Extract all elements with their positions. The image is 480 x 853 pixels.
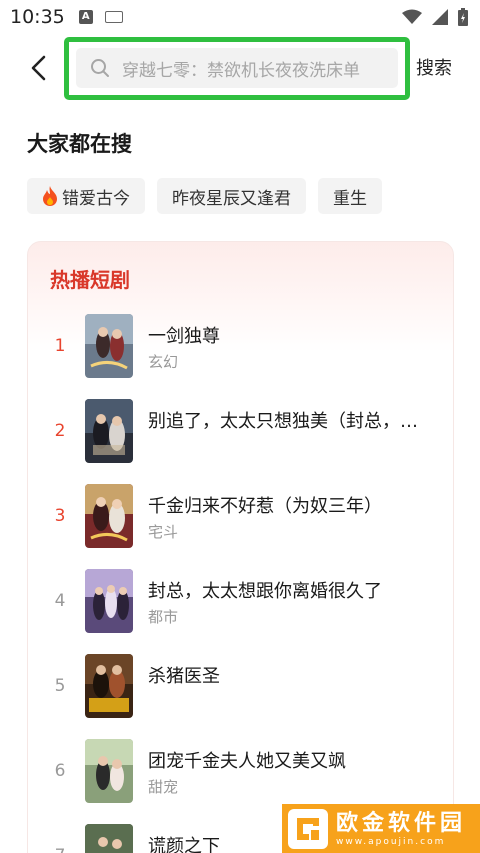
drama-genre: 甜宠: [148, 778, 179, 796]
search-row: 穿越七零：禁欲机长夜夜洗床单 搜索: [0, 36, 480, 100]
status-icons: [402, 8, 468, 26]
list-item[interactable]: 6 团宠千金夫人她又美又飒 甜宠: [28, 739, 455, 803]
drama-poster: [85, 739, 133, 803]
drama-title: 杀猪医圣: [148, 666, 220, 687]
trending-chips: 错爱古今 昨夜星辰又逢君 重生: [27, 178, 382, 214]
hot-dramas-title: 热播短剧: [50, 268, 130, 292]
search-button[interactable]: 搜索: [416, 54, 452, 80]
drama-poster: [85, 654, 133, 718]
status-bar: 10:35 A: [0, 0, 480, 34]
rank-number: 2: [54, 421, 66, 441]
drama-title: 别追了，太太只想独美（封总，…: [148, 411, 418, 432]
hot-dramas-card: 热播短剧 1 一剑独尊 玄幻 2 别追了，太太只想独美（封总，… 3 千金归来不…: [27, 241, 454, 853]
notification-a-icon: A: [78, 10, 93, 24]
chip-label: 重生: [333, 188, 367, 209]
site-watermark: 欧金软件园 www.apoujin.com: [282, 804, 480, 853]
rank-number: 4: [54, 591, 66, 611]
drama-genre: 都市: [148, 608, 179, 626]
list-item[interactable]: 3 千金归来不好惹（为奴三年） 宅斗: [28, 484, 455, 548]
drama-genre: 宅斗: [148, 523, 179, 541]
list-item[interactable]: 1 一剑独尊 玄幻: [28, 314, 455, 378]
chip-label: 错爱古今: [62, 188, 130, 209]
chip-label: 昨夜星辰又逢君: [172, 188, 291, 209]
trending-chip[interactable]: 错爱古今: [27, 178, 145, 214]
rank-number: 7: [53, 846, 67, 853]
keyboard-icon: [104, 11, 123, 23]
search-input[interactable]: 穿越七零：禁欲机长夜夜洗床单: [76, 48, 398, 88]
chevron-left-icon: [31, 55, 46, 81]
search-icon: [91, 59, 109, 77]
watermark-logo-icon: [288, 808, 328, 849]
rank-number: 6: [54, 761, 66, 781]
back-button[interactable]: [22, 48, 54, 88]
trending-title: 大家都在搜: [27, 132, 132, 156]
drama-genre: 玄幻: [148, 353, 179, 371]
drama-title: 团宠千金夫人她又美又飒: [148, 751, 346, 772]
rank-number: 5: [54, 676, 66, 696]
list-item[interactable]: 4 封总，太太想跟你离婚很久了 都市: [28, 569, 455, 633]
search-placeholder: 穿越七零：禁欲机长夜夜洗床单: [122, 60, 360, 81]
battery-icon: [458, 8, 468, 26]
signal-icon: [432, 9, 448, 25]
watermark-name: 欧金软件园: [336, 810, 467, 836]
wifi-icon: [402, 9, 422, 24]
drama-title: 一剑独尊: [148, 326, 220, 347]
rank-number: 3: [54, 506, 66, 526]
drama-poster: [85, 484, 133, 548]
drama-title: 封总，太太想跟你离婚很久了: [148, 581, 382, 602]
fire-icon: [42, 186, 58, 206]
drama-poster: [85, 824, 133, 853]
watermark-url: www.apoujin.com: [336, 836, 446, 847]
status-time: 10:35: [10, 6, 65, 28]
rank-number: 1: [54, 336, 66, 356]
list-item[interactable]: 2 别追了，太太只想独美（封总，…: [28, 399, 455, 463]
watermark-text: 欧金软件园 www.apoujin.com: [336, 811, 466, 847]
trending-chip[interactable]: 昨夜星辰又逢君: [157, 178, 306, 214]
list-item[interactable]: 5 杀猪医圣: [28, 654, 455, 718]
drama-poster: [85, 569, 133, 633]
drama-poster: [85, 399, 133, 463]
drama-poster: [85, 314, 133, 378]
trending-chip[interactable]: 重生: [318, 178, 382, 214]
drama-title: 千金归来不好惹（为奴三年）: [148, 496, 382, 517]
